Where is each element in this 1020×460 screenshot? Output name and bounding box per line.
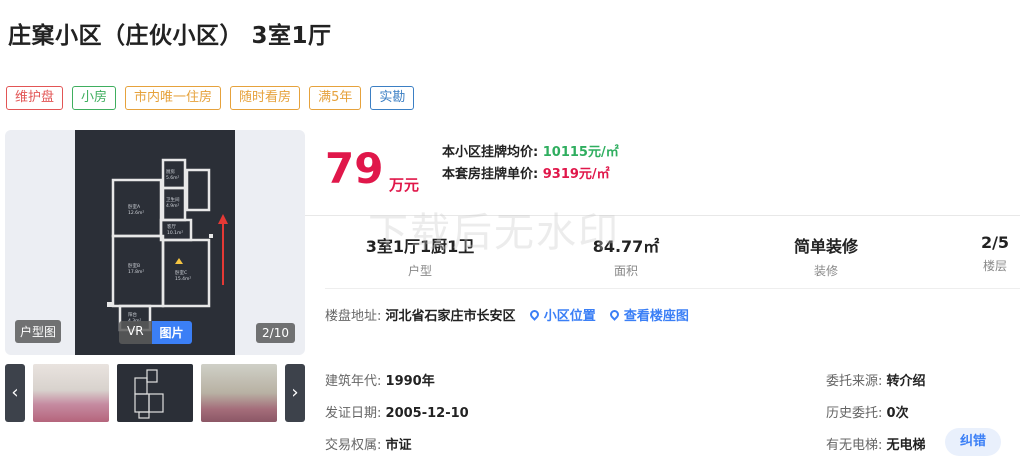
source-value: 转介绍 [886,374,926,389]
room-label: 卫生间 [166,196,180,203]
elevator-row: 有无电梯: 无电梯 [826,434,926,453]
community-location-link[interactable]: 小区位置 [527,308,596,324]
community-location-label: 小区位置 [543,309,596,324]
divider [325,288,1020,289]
listing-title: 庄窠小区（庄伙小区） 3室1厅 [8,23,332,49]
cert-date-row: 发证日期: 2005-12-10 [325,402,469,421]
total-price: 79 [325,144,384,193]
thumbnail-bedroom[interactable] [201,364,277,422]
stat-decoration-value: 简单装修 [793,237,858,256]
history-row: 历史委托: 0次 [826,402,909,421]
community-avg-value: 10115元/㎡ [542,145,619,160]
tag-five-years: 满5年 [309,86,362,110]
tag-only-house: 市内唯一住房 [125,86,222,110]
stat-layout: 3室1厅1厨1卫 户型 [360,233,480,278]
ownership-value: 市证 [385,438,412,453]
room-label: 客厅 [167,223,176,230]
price-block: 79 万元 [325,144,419,195]
thumbnail-living-room[interactable] [33,364,109,422]
tag-maintained: 维护盘 [6,86,64,110]
room-label: 阳台 [128,311,137,318]
stat-decoration: 简单装修 装修 [776,233,876,278]
building-map-label: 查看楼座图 [623,309,689,324]
ownership-row: 交易权属: 市证 [325,434,412,453]
build-year-row: 建筑年代: 1990年 [325,370,435,389]
chevron-left-icon[interactable]: ‹ [5,364,25,422]
cert-date-label: 发证日期: [325,406,382,421]
room-area: 10.1m² [167,230,183,236]
thumbnail-strip: ‹ › [5,364,305,422]
vr-tab[interactable]: VR [119,321,152,344]
divider [305,215,1020,216]
price-unit: 万元 [389,176,420,194]
stat-floor-value: 2/5 [980,233,1010,252]
photo-gallery[interactable]: 厨房 5.6m² 卫生间 4.9m² 卧室A 12.6m² 客厅 10.1m² … [5,130,305,355]
stat-floor: 2/5 楼层 [972,233,1018,277]
build-year-label: 建筑年代: [325,374,382,389]
elevator-value: 无电梯 [886,438,926,453]
room-area: 17.8m² [128,269,144,275]
price-detail: 本小区挂牌均价: 10115元/㎡ 本套房挂牌单价: 9319元/㎡ [442,142,619,186]
media-toggle: VR 图片 [119,321,192,344]
chevron-right-icon[interactable]: › [285,364,305,422]
thumbnail-floorplan[interactable] [117,364,193,422]
history-value: 0次 [886,406,909,421]
community-avg-label: 本小区挂牌均价: [442,145,539,160]
cert-date-value: 2005-12-10 [385,406,469,421]
unit-price-label: 本套房挂牌单价: [442,167,539,182]
floorplan-badge[interactable]: 户型图 [15,320,62,343]
room-label: 卧室B [128,262,140,269]
room-area: 12.6m² [128,210,144,216]
location-pin-icon [607,308,621,321]
report-error-button[interactable]: 纠错 [945,428,1001,456]
room-label: 卧室C [175,269,187,276]
image-counter: 2/10 [256,323,295,343]
address-value: 河北省石家庄市长安区 [385,309,516,324]
room-label: 卧室A [128,203,141,210]
photo-tab[interactable]: 图片 [151,321,192,344]
stat-layout-label: 户型 [407,264,432,278]
tag-small-house: 小房 [72,86,117,110]
address-row: 楼盘地址: 河北省石家庄市长安区 小区位置 查看楼座图 [325,305,689,324]
tag-view-anytime: 随时看房 [230,86,301,110]
stat-area: 84.77㎡ 面积 [576,233,676,278]
stat-area-value: 84.77㎡ [592,237,660,256]
tag-list: 维护盘 小房 市内唯一住房 随时看房 满5年 实勘 [6,86,415,110]
history-label: 历史委托: [826,406,883,421]
room-area: 4.9m² [166,203,180,209]
tag-verified: 实勘 [370,86,415,110]
room-area: 5.6m² [166,175,180,181]
source-label: 委托来源: [826,374,883,389]
location-pin-icon [527,308,541,321]
elevator-label: 有无电梯: [826,438,883,453]
stat-floor-label: 楼层 [982,259,1007,273]
stat-decoration-label: 装修 [813,264,838,278]
unit-price-value: 9319元/㎡ [542,167,610,182]
build-year-value: 1990年 [385,374,435,389]
building-map-link[interactable]: 查看楼座图 [607,308,689,324]
ownership-label: 交易权属: [325,438,382,453]
room-area: 15.4m² [175,276,191,282]
source-row: 委托来源: 转介绍 [826,370,926,389]
stat-area-label: 面积 [613,264,638,278]
stat-layout-value: 3室1厅1厨1卫 [365,237,475,256]
room-label: 厨房 [166,168,175,175]
address-label: 楼盘地址: [325,309,382,324]
